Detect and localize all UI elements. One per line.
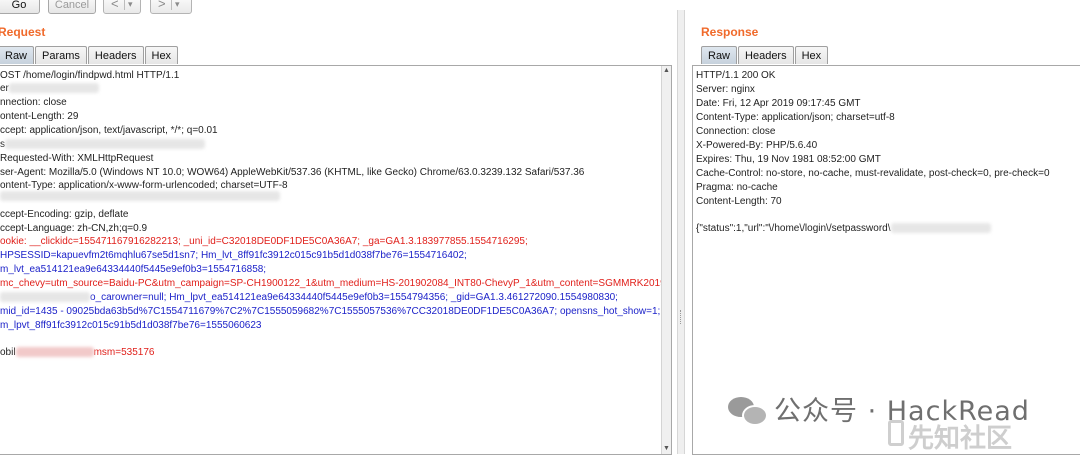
chevron-right-icon: >: [158, 0, 166, 11]
header-line: X-Powered-By: PHP/5.6.40: [696, 140, 818, 151]
forward-button[interactable]: > ▾: [150, 0, 192, 14]
header-line: Expires: Thu, 19 Nov 1981 08:52:00 GMT: [696, 154, 881, 165]
watermark-sub-text: 先知社区: [908, 424, 1013, 454]
tab-params[interactable]: Params: [35, 46, 87, 64]
tab-headers[interactable]: Headers: [87, 46, 144, 64]
cookie-line: mid_id=1435 - 09025bda63b5d%7C1554711679…: [0, 306, 661, 317]
redacted-value: [0, 191, 280, 202]
request-title: Request: [0, 25, 46, 39]
body-line: obil msm=535176: [0, 346, 154, 359]
header-line: Pragma: no-cache: [696, 182, 778, 193]
cookie-line: m_lvt_ea514121ea9e64334440f5445e9ef0b3=1…: [0, 264, 267, 275]
cookie-text: o_carowner=null; Hm_lpvt_ea514121ea9e643…: [90, 292, 618, 303]
redacted-value: [8, 83, 99, 94]
tab-raw[interactable]: Raw: [701, 46, 738, 64]
json-body-line: {"status":1,"url":"\/home\/login\/setpas…: [696, 222, 991, 235]
status-line: HTTP/1.1 200 OK: [696, 70, 776, 81]
header-line: Cache-Control: no-store, no-cache, must-…: [696, 168, 1050, 179]
host-line: er: [0, 82, 99, 95]
header-line: Requested-With: XMLHttpRequest: [0, 153, 154, 164]
header-line: Server: nginx: [696, 84, 755, 95]
header-line: ccept: application/json, text/javascript…: [0, 125, 218, 136]
json-text: {"status":1,"url":"\/home\/login\/setpas…: [696, 223, 891, 234]
wechat-icon: [728, 393, 768, 426]
cancel-button[interactable]: Cancel: [48, 0, 96, 14]
cookie-line: o_carowner=null; Hm_lpvt_ea514121ea9e643…: [0, 291, 618, 304]
redacted-value: [5, 139, 205, 150]
dropdown-icon[interactable]: ▾: [128, 0, 133, 13]
redacted-value: [0, 292, 90, 303]
request-scrollbar[interactable]: ▲ ▼: [661, 66, 671, 454]
request-tabs: Raw Params Headers Hex: [0, 46, 179, 65]
header-text: er: [0, 83, 9, 94]
header-line: ontent-Length: 29: [0, 111, 79, 122]
chevron-left-icon: <: [111, 0, 119, 11]
tab-hex[interactable]: Hex: [794, 46, 829, 64]
response-title: Response: [701, 25, 759, 39]
cookie-line: mc_chevy=utm_source=Baidu-PC&utm_campaig…: [0, 278, 672, 289]
header-line: Connection: close: [696, 126, 776, 137]
request-line: OST /home/login/findpwd.html HTTP/1.1: [0, 70, 180, 81]
splitter-grip[interactable]: [680, 310, 683, 324]
tab-raw[interactable]: Raw: [0, 46, 35, 64]
response-tabs: Raw Headers Hex: [701, 46, 829, 65]
redacted-value: [15, 347, 94, 358]
redacted-line: [0, 190, 280, 203]
toolbar: Go Cancel < ▾ > ▾: [0, 0, 700, 16]
scroll-down-icon[interactable]: ▼: [662, 444, 671, 454]
cookie-line: HPSESSID=kapuevfm2t6mqhlu67se5d1sn7; Hm_…: [0, 250, 467, 261]
separator: [124, 0, 125, 10]
dropdown-icon[interactable]: ▾: [175, 0, 180, 13]
back-button[interactable]: < ▾: [103, 0, 141, 14]
redacted-value: [890, 223, 991, 234]
tab-hex[interactable]: Hex: [144, 46, 179, 64]
body-text: msm=535176: [93, 347, 155, 358]
header-line: s: [0, 138, 205, 151]
header-line: ccept-Language: zh-CN,zh;q=0.9: [0, 223, 148, 234]
cookie-line: ookie: __clickidc=155471167916282213; _u…: [0, 236, 528, 247]
request-editor[interactable]: OST /home/login/findpwd.html HTTP/1.1 er…: [0, 65, 672, 455]
xianzhi-logo-icon: [888, 420, 904, 446]
body-text: obil: [0, 347, 16, 358]
header-line: ser-Agent: Mozilla/5.0 (Windows NT 10.0;…: [0, 167, 585, 178]
header-line: Content-Length: 70: [696, 196, 782, 207]
separator: [171, 0, 172, 10]
cookie-line: m_lpvt_8ff91fc3912c015c91b5d1d038f7be76=…: [0, 320, 262, 331]
scroll-up-icon[interactable]: ▲: [662, 66, 671, 76]
pane-splitter[interactable]: [677, 10, 685, 454]
header-line: ccept-Encoding: gzip, deflate: [0, 209, 129, 220]
header-line: Content-Type: application/json; charset=…: [696, 112, 895, 123]
header-line: Date: Fri, 12 Apr 2019 09:17:45 GMT: [696, 98, 861, 109]
go-button[interactable]: Go: [0, 0, 40, 14]
tab-headers[interactable]: Headers: [738, 46, 794, 64]
header-line: nnection: close: [0, 97, 67, 108]
